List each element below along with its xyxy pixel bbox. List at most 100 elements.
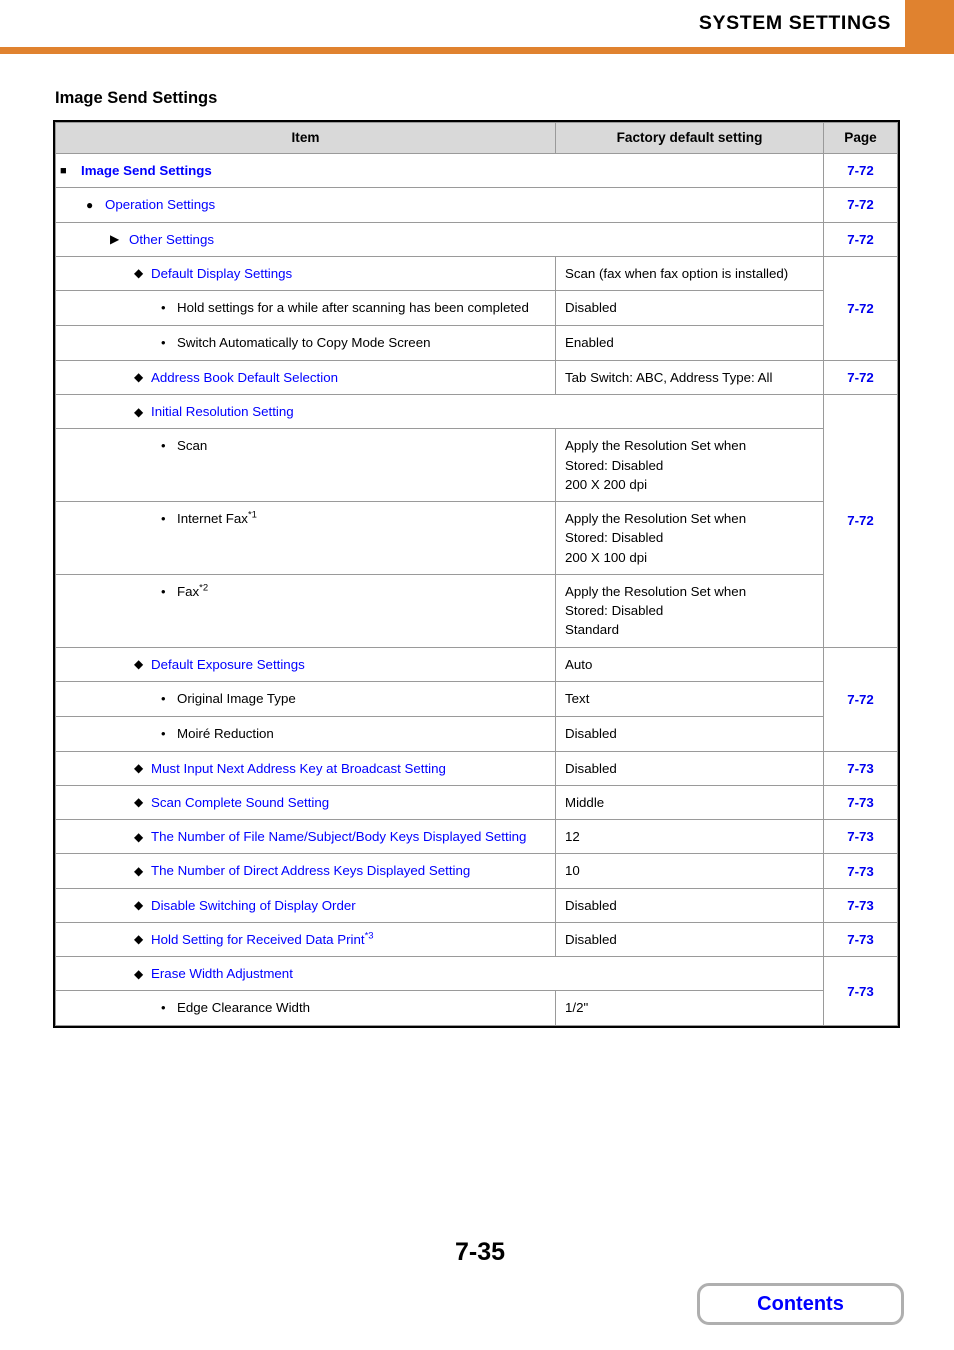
row-item-label[interactable]: ◆ Default Display Settings xyxy=(62,264,549,283)
row-item-label[interactable]: ■ Image Send Settings xyxy=(60,161,817,180)
row-item-label[interactable]: ◆ Scan Complete Sound Setting xyxy=(62,793,549,812)
row-item-text: Hold settings for a while after scanning… xyxy=(177,300,529,316)
row-factory-default-cell: Disabled xyxy=(555,921,824,958)
table-row: • Edge Clearance Width 1/2" xyxy=(55,990,898,1027)
table-row: ● Operation Settings 7-72 xyxy=(55,187,898,223)
row-page-link[interactable]: 7-72 xyxy=(823,152,898,189)
contents-button[interactable]: Contents xyxy=(697,1283,904,1325)
page-header-title: SYSTEM SETTINGS xyxy=(698,12,891,34)
row-page-link[interactable]: 7-72 xyxy=(823,255,898,361)
row-item-label[interactable]: ◆ Disable Switching of Display Order xyxy=(62,896,549,915)
row-page-link[interactable]: 7-73 xyxy=(823,887,898,923)
table-header-row: Item Factory default setting Page xyxy=(55,122,898,154)
row-factory-default-cell: Apply the Resolution Set when Stored: Dis… xyxy=(555,428,824,503)
row-page-link[interactable]: 7-73 xyxy=(823,750,898,786)
row-factory-default-cell: Middle xyxy=(555,784,824,821)
row-page-link[interactable]: 7-72 xyxy=(823,646,898,752)
row-item-text: Hold Setting for Received Data Print xyxy=(151,931,365,947)
row-item-text: Must Input Next Address Key at Broadcast… xyxy=(151,760,446,776)
row-page-link[interactable]: 7-73 xyxy=(823,956,898,1027)
row-item-label[interactable]: ▶ Other Settings xyxy=(62,230,817,249)
page-number: 7-35 xyxy=(454,1238,506,1266)
row-item-text: Internet Fax xyxy=(177,511,248,527)
row-factory-default-cell: Text xyxy=(555,680,824,717)
column-header-factory-default: Factory default setting xyxy=(555,122,824,154)
row-item-label[interactable]: ◆ Hold Setting for Received Data Print*3 xyxy=(62,930,549,949)
contents-button-label: Contents xyxy=(757,1293,844,1315)
row-item-cell: ◆ The Number of Direct Address Keys Displ… xyxy=(55,853,556,889)
row-page-link[interactable]: 7-72 xyxy=(823,394,898,648)
row-item-cell: • Original Image Type xyxy=(55,680,556,717)
table-row: • Original Image Type Text xyxy=(55,680,898,717)
row-page-link[interactable]: 7-73 xyxy=(823,853,898,889)
row-item-text: Scan xyxy=(177,438,208,454)
row-item-text: Address Book Default Selection xyxy=(151,369,339,385)
page-header: SYSTEM SETTINGS xyxy=(0,0,954,54)
table-row: ◆ Initial Resolution Setting 7-72 xyxy=(55,394,898,648)
row-item-label[interactable]: ◆ Default Exposure Settings xyxy=(62,655,549,674)
row-page-link[interactable]: 7-73 xyxy=(823,921,898,958)
footnote-marker: *2 xyxy=(199,582,209,594)
row-item-cell: ■ Image Send Settings xyxy=(55,152,824,189)
row-item-cell: • Fax*2 xyxy=(55,573,556,648)
row-page-link[interactable]: 7-72 xyxy=(823,187,898,223)
row-item-label[interactable]: ◆ The Number of File Name/Subject/Body Ke… xyxy=(62,827,549,846)
table-row: ◆ Address Book Default Selection Tab Switc… xyxy=(55,359,898,396)
row-item-label: • Switch Automatically to Copy Mode Scree… xyxy=(62,333,549,353)
table-row: ◆ Scan Complete Sound Setting Middle 7-73 xyxy=(55,784,898,821)
row-item-cell: • Moiré Reduction xyxy=(55,715,556,752)
row-item-label[interactable]: ◆ Must Input Next Address Key at Broadcas… xyxy=(62,759,549,778)
column-header-item: Item xyxy=(55,122,556,154)
row-factory-default-cell: Disabled xyxy=(555,715,824,752)
row-item-text: Scan Complete Sound Setting xyxy=(151,794,330,810)
row-factory-default-cell: Disabled xyxy=(555,290,824,326)
row-item-cell: • Scan xyxy=(55,428,556,503)
row-item-label[interactable]: ◆ The Number of Direct Address Keys Displ… xyxy=(62,861,549,880)
row-item-text: Image Send Settings xyxy=(81,163,212,178)
row-factory-default-cell: Enabled xyxy=(555,324,824,361)
table-row: ◆ Must Input Next Address Key at Broadcas… xyxy=(55,750,898,786)
row-item-label[interactable]: ◆ Erase Width Adjustment xyxy=(62,964,817,983)
row-page-link[interactable]: 7-72 xyxy=(823,359,898,396)
row-factory-default-cell: Tab Switch: ABC, Address Type: All xyxy=(555,359,824,396)
table-row: ◆ The Number of File Name/Subject/Body Ke… xyxy=(55,819,898,855)
table-row: ◆ Default Exposure Settings Auto 7-72 xyxy=(55,646,898,752)
row-factory-default-cell: Auto xyxy=(555,646,824,682)
row-page-link[interactable]: 7-72 xyxy=(823,221,898,257)
row-item-label: • Scan xyxy=(62,436,549,456)
header-accent-rule xyxy=(0,47,954,54)
row-page-link[interactable]: 7-73 xyxy=(823,819,898,855)
row-item-text: Erase Width Adjustment xyxy=(151,966,293,982)
row-factory-default-cell: Apply the Resolution Set when Stored: Dis… xyxy=(555,573,824,648)
row-factory-default-cell: Disabled xyxy=(555,887,824,923)
row-factory-default-cell: 1/2" xyxy=(555,990,824,1027)
row-item-label: • Hold settings for a while after scannin… xyxy=(62,298,549,318)
row-item-cell: ● Operation Settings xyxy=(55,187,824,223)
section-title: Image Send Settings xyxy=(55,89,218,107)
row-item-text: Edge Clearance Width xyxy=(177,1000,311,1016)
row-item-label: • Fax*2 xyxy=(62,582,549,602)
row-item-cell: • Internet Fax*1 xyxy=(55,501,556,575)
table-row: • Hold settings for a while after scannin… xyxy=(55,290,898,326)
row-item-text: Fax xyxy=(177,583,200,599)
settings-table: Item Factory default setting Page ■ Image… xyxy=(53,119,900,1029)
row-item-text: Other Settings xyxy=(129,231,214,247)
row-item-label[interactable]: ● Operation Settings xyxy=(62,195,817,214)
row-item-cell: ◆ Default Exposure Settings xyxy=(55,646,556,682)
row-item-cell: ◆ Initial Resolution Setting xyxy=(55,394,824,430)
row-factory-default-cell: 12 xyxy=(555,819,824,855)
row-item-cell: • Hold settings for a while after scannin… xyxy=(55,290,556,326)
row-item-cell: ◆ Default Display Settings xyxy=(55,255,556,292)
row-item-cell: ◆ Address Book Default Selection xyxy=(55,359,556,396)
table-row: • Switch Automatically to Copy Mode Scree… xyxy=(55,324,898,361)
row-item-label[interactable]: ◆ Address Book Default Selection xyxy=(62,368,549,387)
row-item-label: • Edge Clearance Width xyxy=(62,998,549,1018)
row-item-text: Operation Settings xyxy=(105,197,216,213)
column-header-page: Page xyxy=(823,122,898,154)
row-item-text: The Number of Direct Address Keys Displa… xyxy=(151,863,471,879)
row-item-label[interactable]: ◆ Initial Resolution Setting xyxy=(62,402,817,421)
row-page-link[interactable]: 7-73 xyxy=(823,784,898,821)
table-body: ■ Image Send Settings 7-72 ● Operation Setti… xyxy=(55,152,898,1027)
table-row: ◆ The Number of Direct Address Keys Displ… xyxy=(55,853,898,889)
row-item-text: Switch Automatically to Copy Mode Screen xyxy=(177,334,431,350)
